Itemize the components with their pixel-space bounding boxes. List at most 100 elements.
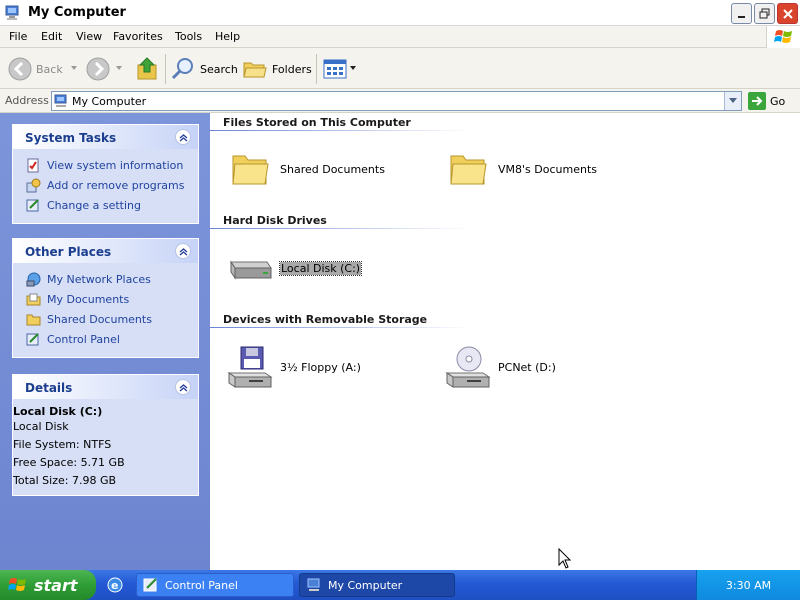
menu-view[interactable]: View <box>76 30 102 43</box>
taskbar-button-label: My Computer <box>328 578 403 592</box>
details-title: Details <box>25 381 73 395</box>
my-computer-icon <box>5 5 19 20</box>
my-computer-icon <box>54 94 67 107</box>
close-icon <box>782 8 793 19</box>
task-view-system-info[interactable]: View system information <box>13 155 198 175</box>
item-label: VM8's Documents <box>498 162 597 176</box>
search-icon <box>171 58 193 80</box>
folder-icon <box>226 147 274 191</box>
folders-button[interactable]: Folders <box>242 54 312 84</box>
menu-edit[interactable]: Edit <box>41 30 62 43</box>
restore-button[interactable] <box>754 3 775 24</box>
system-tasks-title: System Tasks <box>25 131 117 145</box>
place-my-network-places[interactable]: My Network Places <box>13 269 198 289</box>
other-places-panel: Other Places My Network Places My Docume… <box>12 238 199 358</box>
item-local-disk-c[interactable]: Local Disk (C:) <box>226 246 363 290</box>
details-item-name: Local Disk (C:) <box>13 405 103 418</box>
group-divider <box>210 228 470 229</box>
views-button[interactable] <box>323 54 358 84</box>
collapse-chevron-icon[interactable] <box>175 243 191 259</box>
place-label: My Documents <box>47 292 130 306</box>
chevron-up-icon <box>179 383 187 392</box>
close-button[interactable] <box>777 3 798 24</box>
folder-icon <box>25 311 41 327</box>
details-header[interactable]: Details <box>13 375 198 399</box>
details-file-system: File System: NTFS <box>13 438 112 451</box>
chevron-down-icon <box>350 66 356 70</box>
item-floppy-a[interactable]: 3½ Floppy (A:) <box>226 345 361 389</box>
restore-icon <box>759 8 770 19</box>
task-label: View system information <box>47 158 184 172</box>
details-item-type: Local Disk <box>13 420 69 433</box>
toolbar-separator <box>316 54 317 84</box>
forward-arrow-icon <box>86 57 110 81</box>
place-label: Shared Documents <box>47 312 152 326</box>
details-free-space: Free Space: 5.71 GB <box>13 456 125 469</box>
details-total-size: Total Size: 7.98 GB <box>13 474 117 487</box>
internet-explorer-icon[interactable]: e <box>106 576 124 594</box>
address-dropdown-button[interactable] <box>724 92 741 110</box>
control-panel-icon <box>25 197 41 213</box>
chevron-down-icon <box>728 98 737 103</box>
system-tasks-panel: System Tasks View system information Add… <box>12 124 199 224</box>
item-shared-documents[interactable]: Shared Documents <box>226 147 385 191</box>
other-places-header[interactable]: Other Places <box>13 239 198 263</box>
up-folder-button[interactable] <box>135 54 161 84</box>
windows-logo <box>766 26 800 48</box>
toolbar-separator <box>165 54 166 84</box>
folders-label: Folders <box>272 62 312 76</box>
clock[interactable]: 3:30 AM <box>726 579 771 592</box>
item-label: Local Disk (C:) <box>278 260 363 276</box>
menu-bar: File Edit View Favorites Tools Help <box>0 26 800 48</box>
start-button[interactable]: start <box>0 570 96 600</box>
forward-button[interactable] <box>86 54 124 84</box>
other-places-title: Other Places <box>25 245 112 259</box>
hard-disk-icon <box>226 246 274 290</box>
add-remove-programs-icon <box>25 177 41 193</box>
menu-favorites[interactable]: Favorites <box>113 30 163 43</box>
place-control-panel[interactable]: Control Panel <box>13 329 198 349</box>
place-my-documents[interactable]: My Documents <box>13 289 198 309</box>
system-tray: 3:30 AM <box>696 570 800 600</box>
group-header-hdd: Hard Disk Drives <box>223 214 327 227</box>
collapse-chevron-icon[interactable] <box>175 379 191 395</box>
task-change-setting[interactable]: Change a setting <box>13 195 198 215</box>
mouse-cursor-icon <box>558 548 572 569</box>
place-shared-documents[interactable]: Shared Documents <box>13 309 198 329</box>
chevron-up-icon <box>179 133 187 142</box>
group-divider <box>210 327 470 328</box>
go-button[interactable]: Go <box>748 91 785 111</box>
system-tasks-header[interactable]: System Tasks <box>13 125 198 149</box>
group-header-files: Files Stored on This Computer <box>223 116 411 129</box>
back-button[interactable]: Back <box>8 54 79 84</box>
item-vm8-documents[interactable]: VM8's Documents <box>444 147 597 191</box>
network-places-icon <box>25 271 41 287</box>
chevron-down-icon <box>116 66 122 70</box>
title-bar: My Computer <box>0 0 800 26</box>
minimize-icon <box>737 15 745 18</box>
minimize-button[interactable] <box>731 3 752 24</box>
system-info-icon <box>25 157 41 173</box>
task-add-remove-programs[interactable]: Add or remove programs <box>13 175 198 195</box>
taskbar-button-my-computer[interactable]: My Computer <box>299 573 455 597</box>
windows-flag-icon <box>8 578 26 591</box>
menu-help[interactable]: Help <box>215 30 240 43</box>
place-label: Control Panel <box>47 332 120 346</box>
collapse-chevron-icon[interactable] <box>175 129 191 145</box>
chevron-down-icon <box>70 66 77 70</box>
place-label: My Network Places <box>47 272 151 286</box>
search-label: Search <box>200 62 238 76</box>
address-input[interactable]: My Computer <box>51 91 742 111</box>
menu-tools[interactable]: Tools <box>175 30 202 43</box>
start-label: start <box>34 575 78 595</box>
address-value: My Computer <box>72 95 147 108</box>
menu-file[interactable]: File <box>9 30 27 43</box>
task-pane: System Tasks View system information Add… <box>0 113 210 570</box>
search-button[interactable]: Search <box>170 54 238 84</box>
back-label: Back <box>36 62 63 76</box>
cd-drive-icon <box>444 345 492 389</box>
taskbar-button-control-panel[interactable]: Control Panel <box>136 573 294 597</box>
group-header-removable: Devices with Removable Storage <box>223 313 428 326</box>
task-label: Change a setting <box>47 198 141 212</box>
item-cd-drive-d[interactable]: PCNet (D:) <box>444 345 556 389</box>
